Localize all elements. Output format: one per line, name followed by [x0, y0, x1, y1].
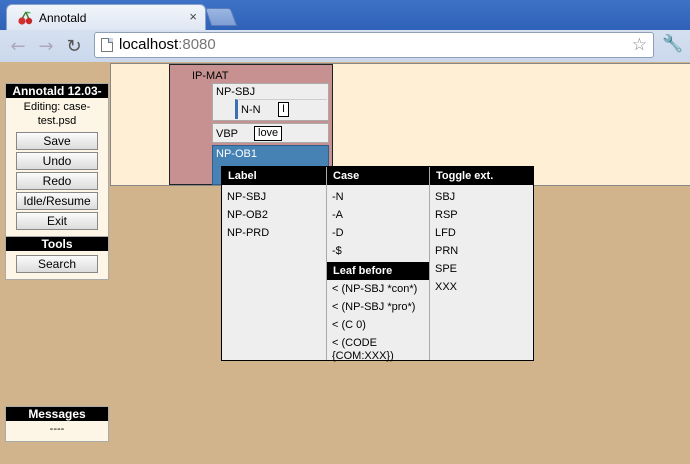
leaf-before-header: Leaf before: [327, 262, 429, 280]
context-menu: Label NP-SBJ NP-OB2 NP-PRD Case -N -A -D…: [221, 166, 534, 362]
annotald-title: Annotald 12.03-: [6, 84, 108, 98]
vbp-label: VBP: [216, 128, 239, 140]
n-n-label: N-N: [241, 104, 261, 116]
menu-item-toggle-xxx[interactable]: XXX: [430, 278, 533, 296]
messages-panel: Messages ----: [5, 406, 109, 442]
page: IP-MAT NP-SBJ N-N I VBP love NP-OB1 Anno…: [0, 62, 690, 464]
reload-icon[interactable]: ↻: [62, 34, 86, 58]
menu-item-np-sbj[interactable]: NP-SBJ: [222, 188, 326, 206]
word-i[interactable]: I: [278, 102, 290, 117]
menu-item-np-ob2[interactable]: NP-OB2: [222, 206, 326, 224]
bookmark-star-icon[interactable]: ☆: [632, 35, 647, 55]
np-sbj-label: NP-SBJ: [216, 86, 256, 98]
idle-resume-button[interactable]: Idle/Resume: [16, 192, 98, 210]
editing-file: Editing: case-test.psd: [23, 101, 91, 127]
menu-item-toggle-rsp[interactable]: RSP: [430, 206, 533, 224]
messages-title: Messages: [6, 407, 108, 421]
forward-arrow-icon[interactable]: →: [34, 34, 58, 58]
toggle-ext-header: Toggle ext.: [430, 167, 533, 185]
word-love[interactable]: love: [254, 126, 283, 141]
undo-button[interactable]: Undo: [16, 152, 98, 170]
menu-item-leaf-code[interactable]: < (CODE {COM:XXX}): [327, 334, 429, 364]
tools-title: Tools: [6, 237, 108, 251]
menu-item-toggle-prn[interactable]: PRN: [430, 242, 533, 260]
ip-mat-label: IP-MAT: [192, 70, 229, 82]
menu-item-toggle-sbj[interactable]: SBJ: [430, 188, 533, 206]
redo-button[interactable]: Redo: [16, 172, 98, 190]
back-arrow-icon[interactable]: ←: [6, 34, 30, 58]
browser-tab[interactable]: Annotald ×: [6, 4, 206, 30]
exit-button[interactable]: Exit: [16, 212, 98, 230]
cherry-favicon-icon: [18, 11, 33, 25]
menu-item-toggle-lfd[interactable]: LFD: [430, 224, 533, 242]
url-text: localhost:8080: [119, 36, 216, 53]
menu-item-toggle-spe[interactable]: SPE: [430, 260, 533, 278]
menu-item-case-a[interactable]: -A: [327, 206, 429, 224]
browser-toolbar: ← → ↻ localhost:8080 ☆ 🔧: [0, 30, 690, 62]
save-button[interactable]: Save: [16, 132, 98, 150]
case-column: Case -N -A -D -$ Leaf before < (NP-SBJ *…: [327, 167, 430, 362]
url-port: :8080: [178, 36, 216, 53]
case-column-header: Case: [327, 167, 429, 185]
new-tab-button[interactable]: [204, 8, 238, 26]
tab-title: Annotald: [39, 11, 87, 25]
label-column-header: Label: [222, 167, 326, 185]
page-icon: [101, 38, 113, 52]
menu-item-leaf-np-sbj-con[interactable]: < (NP-SBJ *con*): [327, 280, 429, 298]
address-bar[interactable]: localhost:8080 ☆: [94, 32, 654, 58]
menu-item-np-prd[interactable]: NP-PRD: [222, 224, 326, 242]
tree-node-np-sbj[interactable]: NP-SBJ N-N I: [212, 83, 329, 121]
menu-item-case-n[interactable]: -N: [327, 188, 429, 206]
toggle-ext-column: Toggle ext. SBJ RSP LFD PRN SPE XXX: [430, 167, 533, 360]
browser-chrome: Annotald × ← → ↻ localhost:8080 ☆ 🔧: [0, 0, 690, 62]
menu-item-case-d[interactable]: -D: [327, 224, 429, 242]
messages-body: ----: [49, 423, 65, 435]
tree-node-n-n[interactable]: N-N I: [235, 99, 327, 119]
search-button[interactable]: Search: [16, 255, 98, 273]
menu-item-leaf-np-sbj-pro[interactable]: < (NP-SBJ *pro*): [327, 298, 429, 316]
tools-panel: Tools Search: [5, 236, 109, 280]
wrench-icon[interactable]: 🔧: [662, 34, 683, 54]
menu-item-case-dollar[interactable]: -$: [327, 242, 429, 260]
menu-item-leaf-c-0[interactable]: < (C 0): [327, 316, 429, 334]
tab-strip: Annotald ×: [0, 0, 690, 30]
tab-close-icon[interactable]: ×: [189, 9, 197, 24]
url-host: localhost: [119, 36, 179, 53]
tree-node-vbp[interactable]: VBP love: [212, 123, 329, 143]
annotald-panel: Annotald 12.03- Editing: case-test.psd S…: [5, 83, 109, 237]
label-column: Label NP-SBJ NP-OB2 NP-PRD: [222, 167, 327, 360]
np-ob1-label: NP-OB1: [216, 148, 257, 160]
